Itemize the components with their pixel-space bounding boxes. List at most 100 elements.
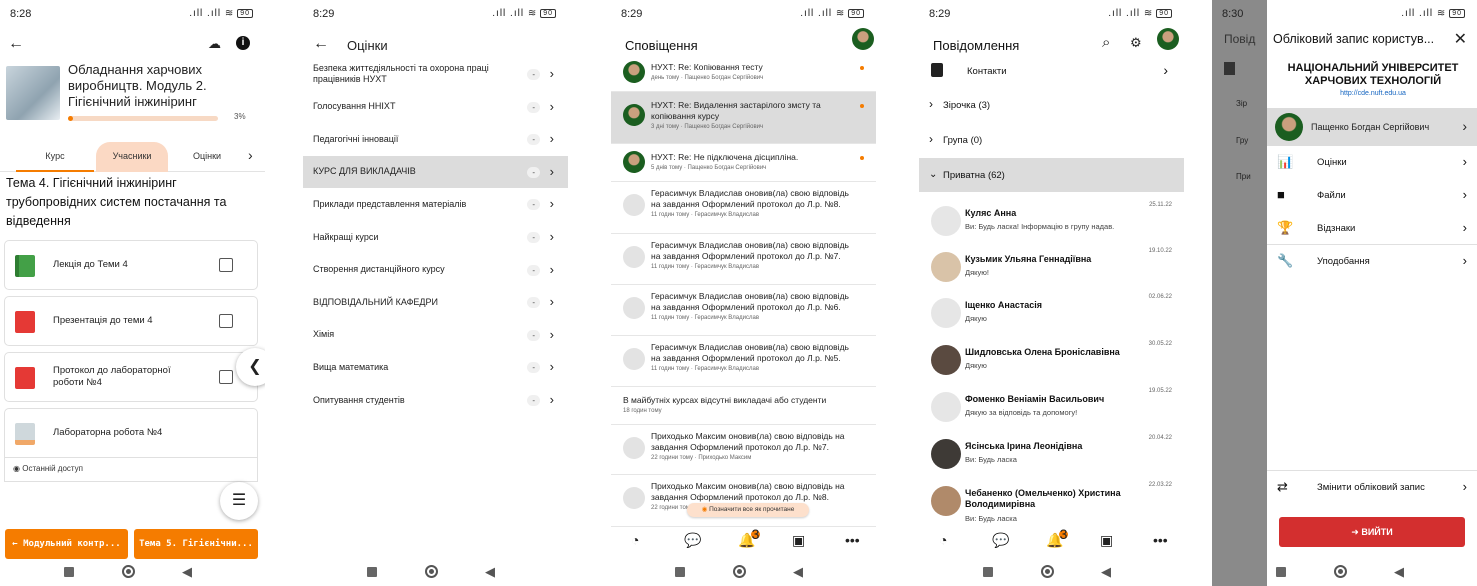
- recent-apps-icon[interactable]: [675, 567, 685, 577]
- grade-course-row[interactable]: Безпека життєдіяльності та охорона праці…: [303, 58, 568, 90]
- info-icon[interactable]: i: [236, 36, 250, 50]
- section-label: Приватна (62): [943, 170, 1005, 181]
- home-icon[interactable]: [122, 565, 135, 578]
- notification-item[interactable]: Герасимчук Владислав оновив(ла) свою від…: [611, 182, 876, 234]
- grade-course-row[interactable]: КУРС ДЛЯ ВИКЛАДАЧІВ - ›: [303, 155, 568, 188]
- user-avatar[interactable]: [1157, 28, 1179, 50]
- messages-icon[interactable]: 💬: [684, 532, 701, 549]
- tab-course[interactable]: Курс: [16, 142, 94, 172]
- close-icon[interactable]: ✕: [1454, 29, 1467, 49]
- conversation-item[interactable]: Кузьмик Ульяна Геннадіївна Дякую! 19.10.22: [919, 244, 1184, 290]
- calendar-icon[interactable]: ▣: [1100, 532, 1113, 549]
- recent-apps-icon[interactable]: [64, 567, 74, 577]
- grade-course-row[interactable]: Вища математика - ›: [303, 351, 568, 383]
- user-avatar[interactable]: [852, 28, 874, 50]
- current-user-row[interactable]: Пащенко Богдан Сергійович ›: [1267, 108, 1477, 146]
- menu-grades[interactable]: 📊 Оцінки ›: [1267, 146, 1477, 179]
- more-icon[interactable]: •••: [845, 532, 860, 548]
- chevron-right-icon: ›: [1163, 62, 1168, 78]
- menu-preferences[interactable]: 🔧 Уподобання ›: [1267, 245, 1477, 278]
- home-icon[interactable]: [1334, 565, 1347, 578]
- notification-item[interactable]: Герасимчук Владислав оновив(ла) свою від…: [611, 336, 876, 387]
- contacts-row[interactable]: Контакти ›: [919, 54, 1184, 88]
- recent-apps-icon[interactable]: [983, 567, 993, 577]
- mark-all-read-button[interactable]: ◉ Позначити все як прочитане: [687, 503, 809, 517]
- course-name: Найкращі курси: [313, 231, 379, 242]
- cloud-download-icon[interactable]: ☁: [208, 37, 221, 50]
- notification-item[interactable]: Приходько Максим оновив(ла) свою відпові…: [611, 425, 876, 475]
- tab-participants[interactable]: Учасники: [96, 142, 168, 172]
- notification-badge: 3: [751, 526, 760, 542]
- grade-course-row[interactable]: Хімія - ›: [303, 319, 568, 351]
- course-name: Вища математика: [313, 361, 389, 372]
- android-nav-bar: ◀: [0, 556, 265, 586]
- conversation-item[interactable]: Куляс Анна Ви: Будь ласка! Інформацію в г…: [919, 198, 1184, 244]
- course-index-button[interactable]: ☰: [220, 482, 258, 520]
- notification-item[interactable]: В майбутніх курсах відсутні викладачі аб…: [611, 387, 876, 425]
- logout-button[interactable]: ➜ ВИЙТИ: [1279, 517, 1465, 547]
- status-bar: 8:29 .ıll .ıll ≋ 90: [611, 0, 876, 26]
- tabs-next-chevron-icon[interactable]: ›: [248, 148, 253, 162]
- switch-account-row[interactable]: ⇄ Змінити обліковий запис ›: [1267, 470, 1477, 503]
- completion-checkbox[interactable]: [219, 370, 233, 384]
- grade-course-row[interactable]: Створення дистанційного курсу - ›: [303, 254, 568, 286]
- calendar-icon[interactable]: ▣: [792, 532, 805, 549]
- messages-icon[interactable]: 💬: [992, 532, 1009, 549]
- back-triangle-icon[interactable]: ◀: [485, 564, 495, 580]
- menu-badges[interactable]: 🏆 Відзнаки ›: [1267, 212, 1477, 245]
- section-private[interactable]: ⌄ Приватна (62): [919, 158, 1184, 192]
- completion-checkbox[interactable]: [219, 314, 233, 328]
- chevron-right-icon: ›: [1462, 118, 1467, 134]
- site-url-link[interactable]: http://cde.nuft.edu.ua: [1283, 90, 1463, 97]
- grade-course-row[interactable]: Голосування ННІХТ - ›: [303, 91, 568, 123]
- menu-files[interactable]: ■ Файли ›: [1267, 179, 1477, 212]
- section-starred[interactable]: › Зірочка (3): [919, 88, 1184, 122]
- back-triangle-icon[interactable]: ◀: [1101, 564, 1111, 580]
- home-icon[interactable]: [425, 565, 438, 578]
- notification-item[interactable]: НУХТ: Re: Не підключена дісципліна. 5 дні…: [611, 144, 876, 182]
- back-arrow-icon[interactable]: ←: [8, 36, 24, 52]
- search-icon[interactable]: ⌕: [1102, 34, 1110, 51]
- notification-item[interactable]: Герасимчук Владислав оновив(ла) свою від…: [611, 234, 876, 285]
- conversation-item[interactable]: Шидловська Олена Броніславівна Дякую 30.05…: [919, 337, 1184, 383]
- grade-course-row[interactable]: Педагогічні інновації - ›: [303, 123, 568, 155]
- next-section-button[interactable]: Тема 5. Гігієнічни... →: [134, 529, 258, 579]
- completion-checkbox[interactable]: [219, 258, 233, 272]
- conversation-item[interactable]: Фоменко Веніамін Васильович Дякую за відп…: [919, 384, 1184, 430]
- previous-section-button[interactable]: ← Модульний контр...: [5, 529, 128, 559]
- conversation-item[interactable]: Іщенко Анастасія Дякую 02.06.22: [919, 290, 1184, 336]
- activity-protocol[interactable]: Протокол до лабораторної роботи №4: [4, 352, 258, 402]
- back-triangle-icon[interactable]: ◀: [793, 564, 803, 580]
- dashboard-icon[interactable]: ◔: [939, 532, 947, 548]
- activity-label: Протокол до лабораторної роботи №4: [53, 365, 171, 388]
- tab-grades[interactable]: Оцінки: [172, 142, 242, 172]
- home-icon[interactable]: [1041, 565, 1054, 578]
- grade-course-row[interactable]: Найкращі курси - ›: [303, 221, 568, 253]
- back-triangle-icon[interactable]: ◀: [182, 564, 192, 580]
- gear-icon[interactable]: ⚙: [1130, 35, 1142, 51]
- more-icon[interactable]: •••: [1153, 532, 1168, 548]
- section-group[interactable]: › Група (0): [919, 123, 1184, 157]
- notification-item[interactable]: НУХТ: Re: Копіювання тесту день тому · Па…: [611, 54, 876, 92]
- activity-lecture[interactable]: Лекція до Теми 4: [4, 240, 258, 290]
- back-triangle-icon[interactable]: ◀: [1394, 564, 1404, 580]
- notification-item[interactable]: Приходько Максим оновив(ла) свою відпові…: [611, 475, 876, 527]
- dashboard-icon[interactable]: ◔: [631, 532, 639, 548]
- grade-course-row[interactable]: Приклади представлення матеріалів - ›: [303, 188, 568, 220]
- grade-course-row[interactable]: ВІДПОВІДАЛЬНИЙ КАФЕДРИ - ›: [303, 286, 568, 318]
- grade-course-row[interactable]: Опитування студентів - ›: [303, 384, 568, 416]
- conversation-item[interactable]: Чебаненко (Омельченко) Христина Володими…: [919, 478, 1184, 524]
- recent-apps-icon[interactable]: [1276, 567, 1286, 577]
- conversation-item[interactable]: Ясінська Ірина Леонідівна Ви: Будь ласка 2…: [919, 431, 1184, 477]
- course-name: Хімія: [313, 329, 335, 340]
- dimmed-background[interactable]: Повід Зір Гру При: [1212, 0, 1267, 586]
- back-arrow-icon[interactable]: ←: [313, 36, 329, 52]
- last-message: Ви: Будь ласка: [965, 455, 1017, 464]
- activity-presentation[interactable]: Презентація до теми 4: [4, 296, 258, 346]
- home-icon[interactable]: [733, 565, 746, 578]
- activity-lab-work[interactable]: Лабораторна робота №4: [4, 408, 258, 458]
- notification-item[interactable]: Герасимчук Владислав оновив(ла) свою від…: [611, 285, 876, 336]
- notification-item[interactable]: НУХТ: Re: Видалення застарілого змсту та…: [611, 92, 876, 144]
- recent-apps-icon[interactable]: [367, 567, 377, 577]
- chevron-right-icon: ›: [549, 98, 554, 114]
